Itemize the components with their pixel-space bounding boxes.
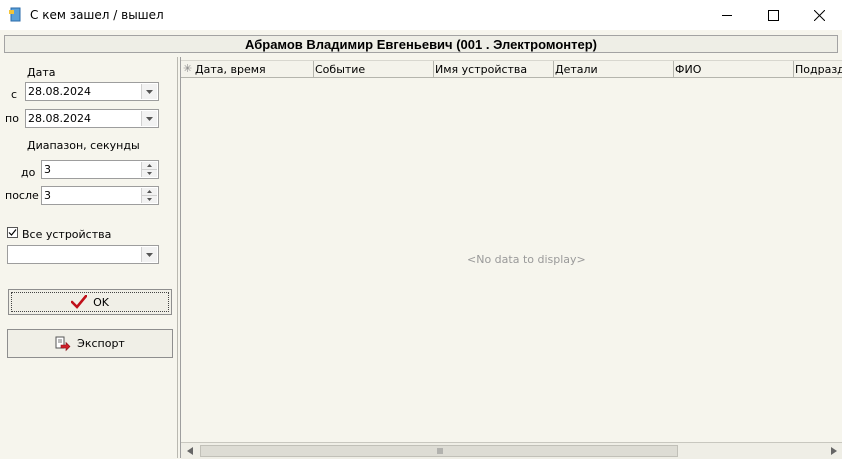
filter-panel: Дата с 28.08.2024 по 28.08.2024 Диапазон… [0,57,178,458]
employee-name: Абрамов Владимир Евгеньевич (001 . Элект… [245,36,597,52]
maximize-button[interactable] [750,0,796,30]
column-header-datetime[interactable]: Дата, время [195,63,266,76]
after-label: после [5,189,39,202]
column-separator [673,61,674,77]
chevron-down-icon [146,252,153,257]
from-date-picker[interactable]: 28.08.2024 [25,82,159,101]
horizontal-scrollbar[interactable] [181,442,842,459]
column-header-event[interactable]: Событие [315,63,365,76]
chevron-down-icon [147,172,152,175]
to-date-dropdown-button[interactable] [141,111,157,126]
range-label: Диапазон, секунды [27,139,140,152]
maximize-icon [767,9,779,21]
device-select[interactable] [7,245,159,264]
grip-icon [437,448,443,454]
empty-grid-message: <No data to display> [467,253,586,266]
checkmark-icon [71,295,88,309]
export-icon [55,336,71,351]
column-separator [793,61,794,77]
window-title: С кем зашел / вышел [30,8,164,22]
export-button[interactable]: Экспорт [7,329,173,358]
chevron-down-icon [146,116,153,121]
from-date-value: 28.08.2024 [28,85,91,98]
export-button-label: Экспорт [77,337,125,350]
from-label: с [11,88,18,101]
chevron-down-icon [146,89,153,94]
spin-down-button[interactable] [142,169,157,177]
column-header-fio[interactable]: ФИО [675,63,701,76]
close-button[interactable] [796,0,842,30]
chevron-down-icon [147,198,152,201]
column-header-device-name[interactable]: Имя устройства [435,63,527,76]
spin-up-button[interactable] [142,162,157,169]
grid-options-icon[interactable]: ✳ [183,62,192,75]
minimize-button[interactable] [704,0,750,30]
ok-button[interactable]: OK [8,289,172,315]
spin-up-button[interactable] [142,188,157,195]
device-dropdown-button[interactable] [141,247,157,262]
scroll-left-icon[interactable] [187,447,193,455]
column-header-details[interactable]: Детали [555,63,598,76]
events-grid: ✳ Дата, время Событие Имя устройства Дет… [180,57,842,459]
chevron-up-icon [147,164,152,167]
scroll-right-icon[interactable] [831,447,837,455]
to-label: по [5,112,19,125]
column-separator [313,61,314,77]
to-date-picker[interactable]: 28.08.2024 [25,109,159,128]
before-seconds-spinner[interactable]: 3 [41,160,159,179]
column-separator [553,61,554,77]
date-label: Дата [27,66,56,79]
to-date-value: 28.08.2024 [28,112,91,125]
app-icon [9,7,21,22]
employee-header: Абрамов Владимир Евгеньевич (001 . Элект… [4,35,838,53]
column-header-department[interactable]: Подразде [795,63,842,76]
spin-down-button[interactable] [142,195,157,203]
checkmark-icon [8,229,17,236]
chevron-up-icon [147,190,152,193]
title-bar: С кем зашел / вышел [0,0,842,30]
minimize-icon [721,14,732,16]
all-devices-label: Все устройства [22,228,112,241]
after-seconds-value: 3 [44,189,51,202]
scroll-thumb[interactable] [200,445,678,457]
after-seconds-spinner[interactable]: 3 [41,186,159,205]
close-icon [813,9,825,21]
all-devices-checkbox[interactable] [7,227,18,238]
grid-header: ✳ Дата, время Событие Имя устройства Дет… [181,60,842,78]
before-seconds-value: 3 [44,163,51,176]
before-label: до [21,166,36,179]
ok-button-label: OK [93,295,109,309]
from-date-dropdown-button[interactable] [141,84,157,99]
column-separator [433,61,434,77]
